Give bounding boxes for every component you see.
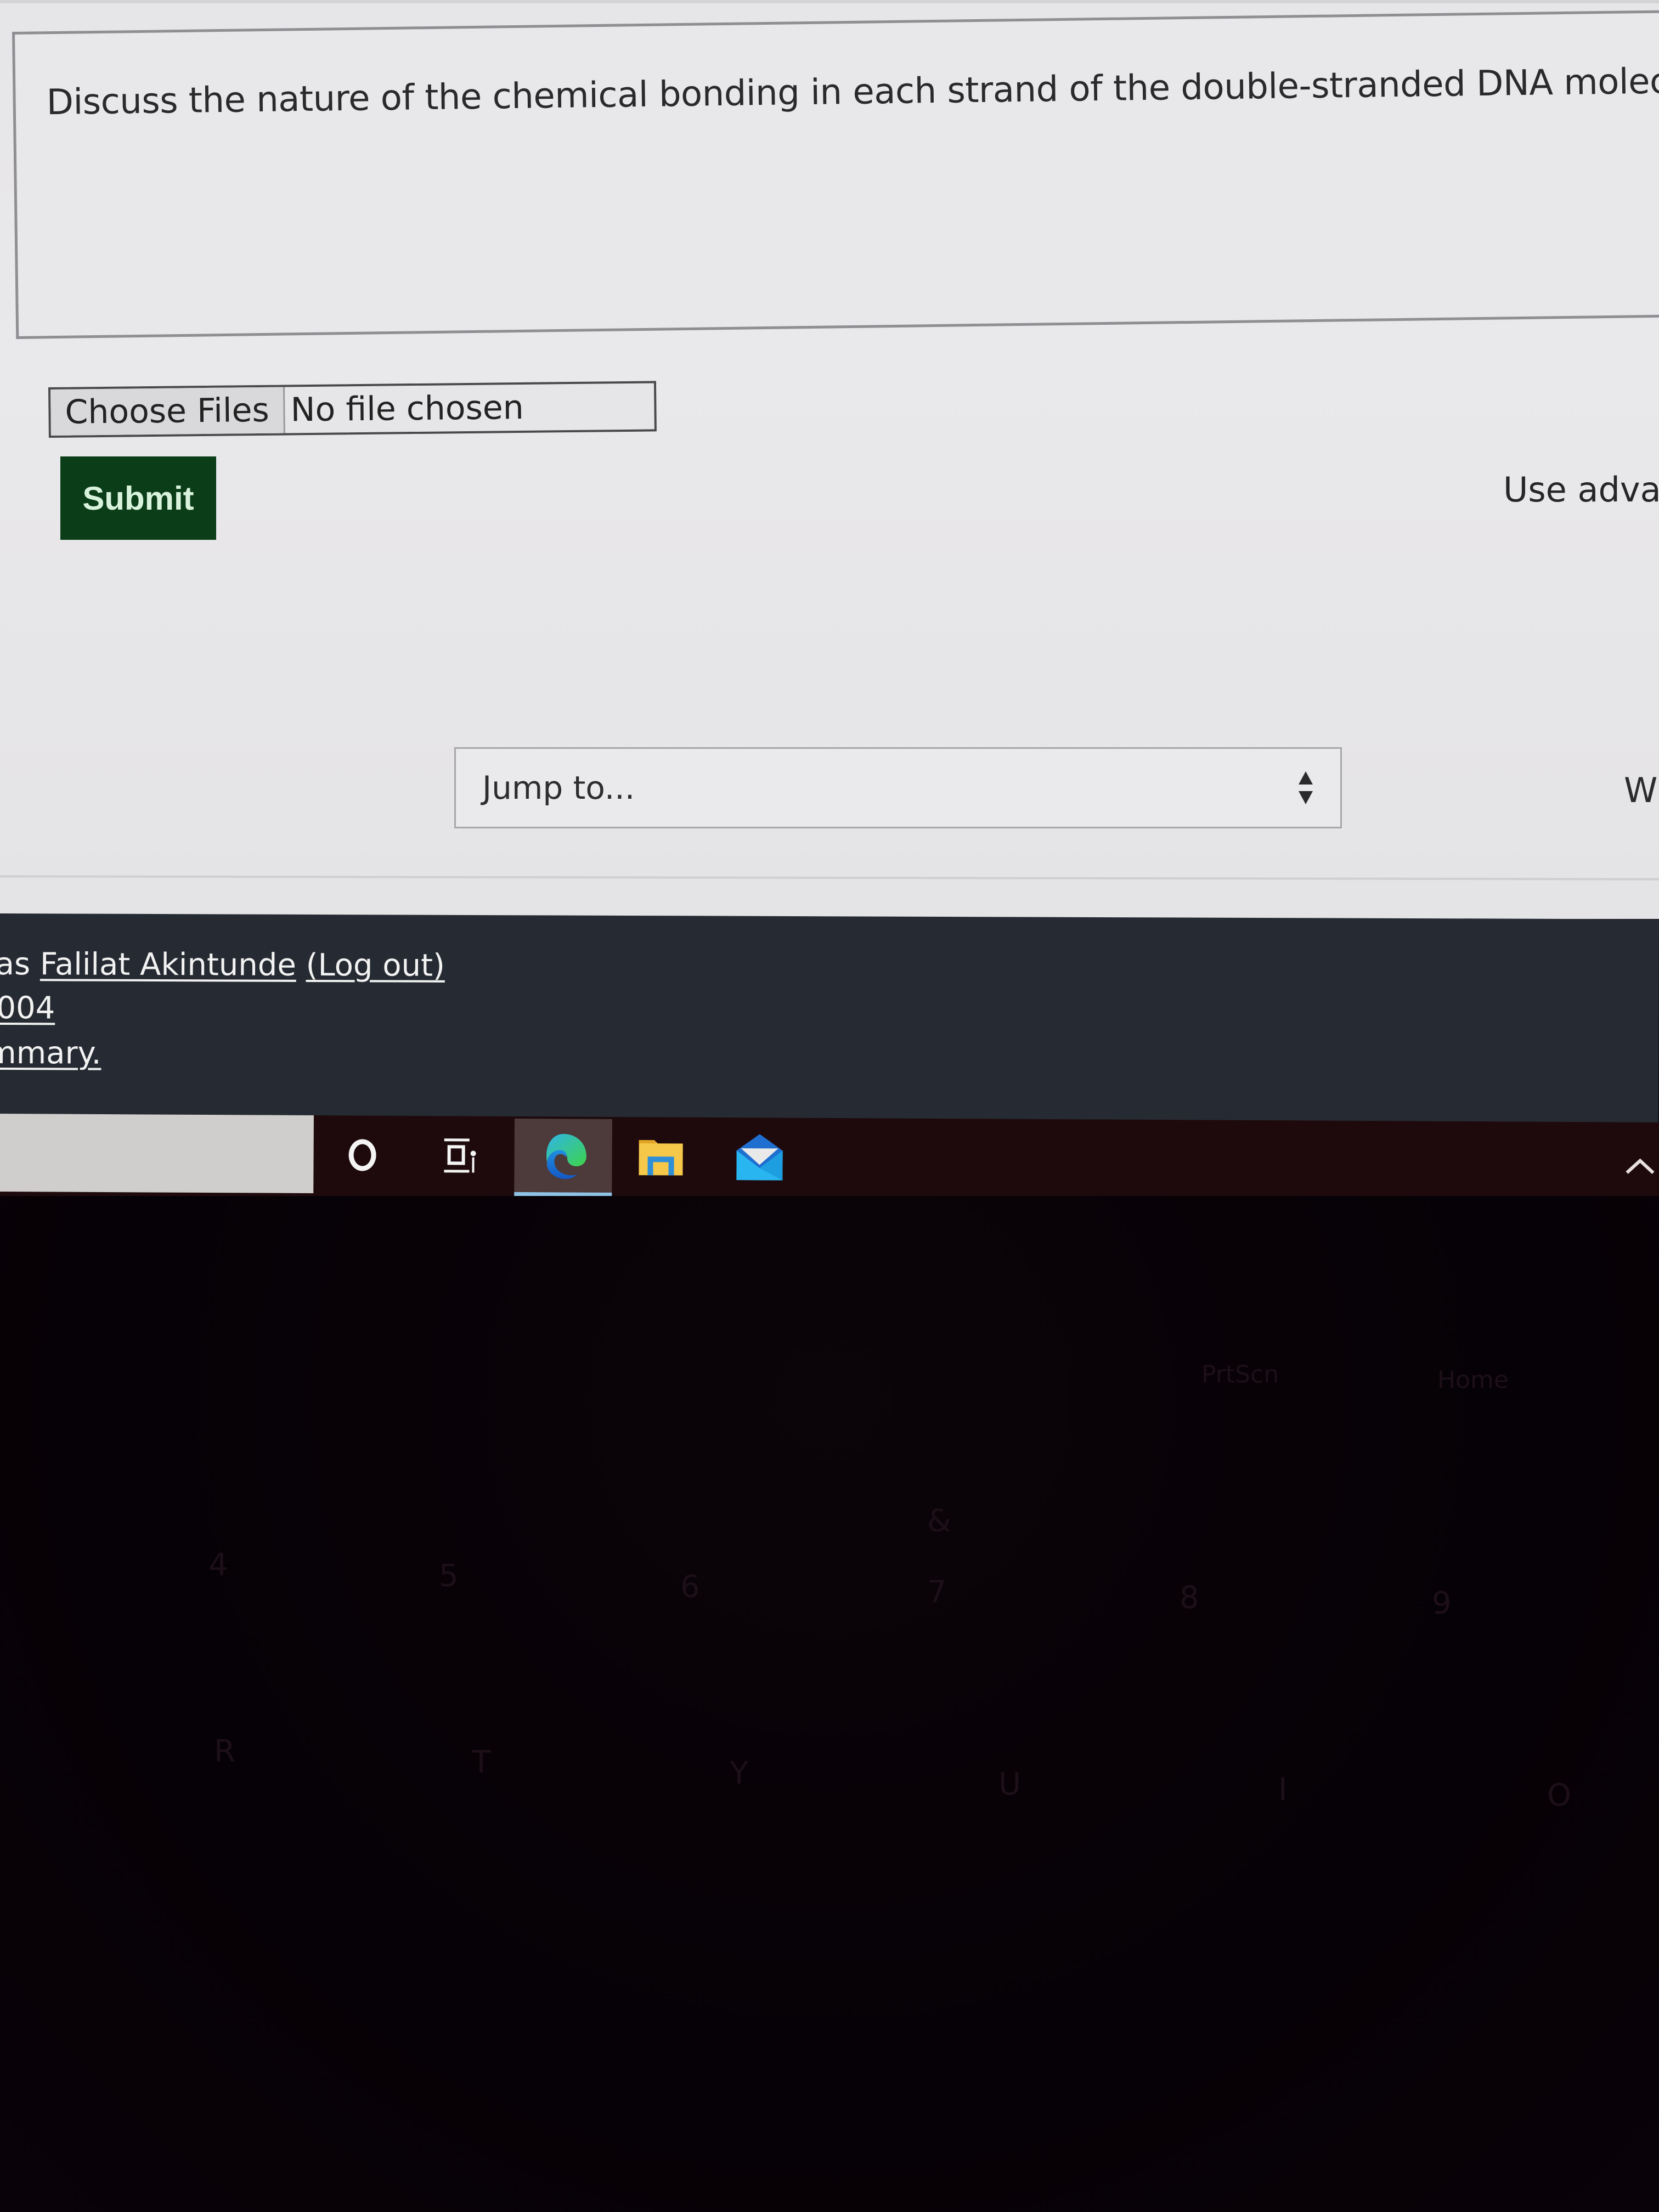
file-upload-input[interactable]: Choose Files No file chosen [48,381,657,438]
key-label: 5 [439,1558,459,1594]
key-label: U [998,1767,1021,1802]
logged-in-prefix: as [0,946,31,983]
top-divider [0,0,1659,5]
user-profile-link[interactable]: Falilat Akintunde [40,946,296,983]
page-footer: as Falilat Akintunde (Log out) 004 mmary… [0,913,1659,1133]
mail-button[interactable] [710,1120,809,1195]
task-view-icon [444,1138,476,1173]
key-label: 7 [927,1575,947,1610]
task-view-button[interactable] [411,1118,509,1193]
cortana-button[interactable] [313,1118,411,1193]
data-summary-info: mmary. [0,1035,101,1071]
chevron-up-icon[interactable] [1623,1155,1656,1177]
advanced-upload-link[interactable]: Use advan [1503,470,1659,510]
edge-taskbar-button[interactable] [514,1118,612,1194]
mail-icon [736,1134,783,1181]
choose-files-button[interactable]: Choose Files [50,387,286,436]
folder-icon [639,1140,683,1176]
course-info: 004 [0,990,55,1026]
key-label: 9 [1432,1585,1452,1621]
key-label: & [927,1503,951,1539]
browser-page: Discuss the nature of the chemical bondi… [0,0,1659,919]
cortana-circle-icon [348,1139,376,1171]
select-arrows-icon [1297,771,1314,804]
keyboard-background: PrtScn Home 4 5 6 7 8 9 & R T Y U I O [0,1196,1659,2212]
login-info: as Falilat Akintunde (Log out) [0,946,445,984]
edge-icon [546,1133,586,1180]
key-label: 6 [680,1569,700,1605]
section-divider [0,875,1659,881]
question-answer-box[interactable]: Discuss the nature of the chemical bondi… [12,9,1659,339]
data-retention-summary-link[interactable]: mmary. [0,1035,101,1071]
jump-to-select[interactable]: Jump to... [454,747,1342,828]
jump-to-selected-value: Jump to... [482,769,635,806]
key-label: T [472,1745,491,1780]
logout-link[interactable]: (Log out) [306,947,445,984]
question-prompt: Discuss the nature of the chemical bondi… [46,60,1659,123]
windows-taskbar [0,1114,1659,1205]
key-label: Home [1437,1366,1509,1394]
key-label: 8 [1180,1580,1199,1616]
course-link[interactable]: 004 [0,990,55,1026]
taskbar-search-box[interactable] [0,1114,314,1193]
key-label: 4 [208,1547,228,1583]
key-label: O [1547,1778,1572,1813]
key-label: PrtScn [1201,1361,1279,1389]
file-status-text: No file chosen [290,388,524,430]
key-label: I [1278,1772,1288,1808]
key-label: Y [730,1756,749,1791]
next-activity-link[interactable]: W [1624,770,1657,810]
key-label: R [214,1734,235,1769]
submit-button[interactable]: Submit [60,456,216,540]
file-explorer-button[interactable] [612,1119,710,1194]
